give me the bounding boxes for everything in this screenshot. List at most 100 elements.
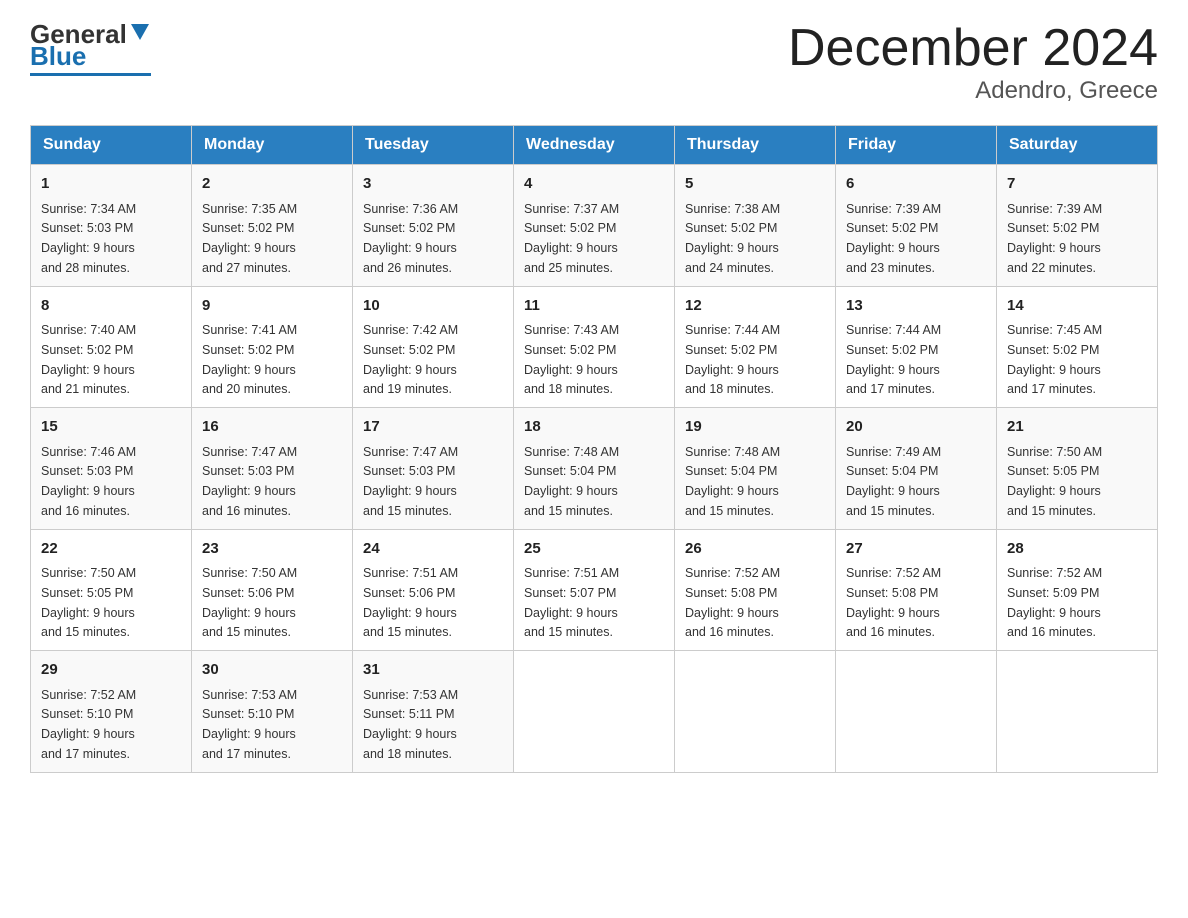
day-info: Sunrise: 7:43 AMSunset: 5:02 PMDaylight:… [524,323,619,396]
calendar-header-row: SundayMondayTuesdayWednesdayThursdayFrid… [31,126,1158,165]
calendar-cell: 17 Sunrise: 7:47 AMSunset: 5:03 PMDaylig… [353,408,514,530]
day-info: Sunrise: 7:45 AMSunset: 5:02 PMDaylight:… [1007,323,1102,396]
calendar-cell: 4 Sunrise: 7:37 AMSunset: 5:02 PMDayligh… [514,165,675,287]
calendar-cell: 16 Sunrise: 7:47 AMSunset: 5:03 PMDaylig… [192,408,353,530]
calendar-cell: 12 Sunrise: 7:44 AMSunset: 5:02 PMDaylig… [675,286,836,408]
day-number: 2 [202,173,342,196]
calendar-cell: 25 Sunrise: 7:51 AMSunset: 5:07 PMDaylig… [514,529,675,651]
day-info: Sunrise: 7:47 AMSunset: 5:03 PMDaylight:… [202,445,297,518]
day-number: 29 [41,659,181,682]
calendar-cell: 19 Sunrise: 7:48 AMSunset: 5:04 PMDaylig… [675,408,836,530]
day-info: Sunrise: 7:48 AMSunset: 5:04 PMDaylight:… [685,445,780,518]
day-info: Sunrise: 7:35 AMSunset: 5:02 PMDaylight:… [202,202,297,275]
col-header-tuesday: Tuesday [353,126,514,165]
day-info: Sunrise: 7:44 AMSunset: 5:02 PMDaylight:… [846,323,941,396]
calendar-cell [997,651,1158,773]
day-info: Sunrise: 7:53 AMSunset: 5:11 PMDaylight:… [363,688,458,761]
col-header-friday: Friday [836,126,997,165]
day-number: 21 [1007,416,1147,439]
day-info: Sunrise: 7:38 AMSunset: 5:02 PMDaylight:… [685,202,780,275]
calendar-cell: 9 Sunrise: 7:41 AMSunset: 5:02 PMDayligh… [192,286,353,408]
day-number: 27 [846,538,986,561]
day-info: Sunrise: 7:44 AMSunset: 5:02 PMDaylight:… [685,323,780,396]
col-header-thursday: Thursday [675,126,836,165]
calendar-cell: 18 Sunrise: 7:48 AMSunset: 5:04 PMDaylig… [514,408,675,530]
calendar-cell: 1 Sunrise: 7:34 AMSunset: 5:03 PMDayligh… [31,165,192,287]
day-info: Sunrise: 7:50 AMSunset: 5:05 PMDaylight:… [1007,445,1102,518]
calendar-cell: 7 Sunrise: 7:39 AMSunset: 5:02 PMDayligh… [997,165,1158,287]
day-number: 30 [202,659,342,682]
calendar-cell: 14 Sunrise: 7:45 AMSunset: 5:02 PMDaylig… [997,286,1158,408]
calendar-week-row: 15 Sunrise: 7:46 AMSunset: 5:03 PMDaylig… [31,408,1158,530]
calendar-cell [514,651,675,773]
day-info: Sunrise: 7:36 AMSunset: 5:02 PMDaylight:… [363,202,458,275]
day-info: Sunrise: 7:50 AMSunset: 5:06 PMDaylight:… [202,566,297,639]
day-number: 23 [202,538,342,561]
day-number: 17 [363,416,503,439]
day-number: 11 [524,295,664,318]
day-info: Sunrise: 7:39 AMSunset: 5:02 PMDaylight:… [846,202,941,275]
col-header-saturday: Saturday [997,126,1158,165]
day-info: Sunrise: 7:48 AMSunset: 5:04 PMDaylight:… [524,445,619,518]
col-header-wednesday: Wednesday [514,126,675,165]
calendar-cell: 28 Sunrise: 7:52 AMSunset: 5:09 PMDaylig… [997,529,1158,651]
logo-blue-text: Blue [30,43,86,69]
logo-triangle-icon [129,20,151,42]
day-number: 22 [41,538,181,561]
calendar-week-row: 22 Sunrise: 7:50 AMSunset: 5:05 PMDaylig… [31,529,1158,651]
calendar-title: December 2024 [788,20,1158,77]
day-info: Sunrise: 7:46 AMSunset: 5:03 PMDaylight:… [41,445,136,518]
day-number: 6 [846,173,986,196]
day-number: 10 [363,295,503,318]
day-number: 26 [685,538,825,561]
title-block: December 2024 Adendro, Greece [788,20,1158,105]
calendar-week-row: 1 Sunrise: 7:34 AMSunset: 5:03 PMDayligh… [31,165,1158,287]
day-number: 9 [202,295,342,318]
day-number: 20 [846,416,986,439]
calendar-cell: 6 Sunrise: 7:39 AMSunset: 5:02 PMDayligh… [836,165,997,287]
day-info: Sunrise: 7:53 AMSunset: 5:10 PMDaylight:… [202,688,297,761]
day-number: 3 [363,173,503,196]
calendar-cell: 10 Sunrise: 7:42 AMSunset: 5:02 PMDaylig… [353,286,514,408]
calendar-cell: 2 Sunrise: 7:35 AMSunset: 5:02 PMDayligh… [192,165,353,287]
day-info: Sunrise: 7:52 AMSunset: 5:08 PMDaylight:… [846,566,941,639]
col-header-sunday: Sunday [31,126,192,165]
calendar-table: SundayMondayTuesdayWednesdayThursdayFrid… [30,125,1158,773]
calendar-cell: 20 Sunrise: 7:49 AMSunset: 5:04 PMDaylig… [836,408,997,530]
day-number: 7 [1007,173,1147,196]
calendar-cell: 23 Sunrise: 7:50 AMSunset: 5:06 PMDaylig… [192,529,353,651]
day-number: 16 [202,416,342,439]
calendar-cell: 21 Sunrise: 7:50 AMSunset: 5:05 PMDaylig… [997,408,1158,530]
calendar-cell: 26 Sunrise: 7:52 AMSunset: 5:08 PMDaylig… [675,529,836,651]
calendar-cell: 24 Sunrise: 7:51 AMSunset: 5:06 PMDaylig… [353,529,514,651]
calendar-cell: 3 Sunrise: 7:36 AMSunset: 5:02 PMDayligh… [353,165,514,287]
day-info: Sunrise: 7:42 AMSunset: 5:02 PMDaylight:… [363,323,458,396]
day-info: Sunrise: 7:52 AMSunset: 5:10 PMDaylight:… [41,688,136,761]
day-info: Sunrise: 7:40 AMSunset: 5:02 PMDaylight:… [41,323,136,396]
col-header-monday: Monday [192,126,353,165]
day-info: Sunrise: 7:51 AMSunset: 5:07 PMDaylight:… [524,566,619,639]
day-info: Sunrise: 7:34 AMSunset: 5:03 PMDaylight:… [41,202,136,275]
day-info: Sunrise: 7:41 AMSunset: 5:02 PMDaylight:… [202,323,297,396]
day-number: 19 [685,416,825,439]
day-info: Sunrise: 7:52 AMSunset: 5:08 PMDaylight:… [685,566,780,639]
page-header: General Blue December 2024 Adendro, Gree… [30,20,1158,105]
day-number: 14 [1007,295,1147,318]
day-number: 25 [524,538,664,561]
calendar-cell [675,651,836,773]
day-info: Sunrise: 7:52 AMSunset: 5:09 PMDaylight:… [1007,566,1102,639]
day-number: 31 [363,659,503,682]
day-number: 1 [41,173,181,196]
day-info: Sunrise: 7:39 AMSunset: 5:02 PMDaylight:… [1007,202,1102,275]
calendar-subtitle: Adendro, Greece [788,77,1158,105]
day-info: Sunrise: 7:49 AMSunset: 5:04 PMDaylight:… [846,445,941,518]
day-info: Sunrise: 7:51 AMSunset: 5:06 PMDaylight:… [363,566,458,639]
calendar-week-row: 8 Sunrise: 7:40 AMSunset: 5:02 PMDayligh… [31,286,1158,408]
day-info: Sunrise: 7:47 AMSunset: 5:03 PMDaylight:… [363,445,458,518]
calendar-cell: 22 Sunrise: 7:50 AMSunset: 5:05 PMDaylig… [31,529,192,651]
calendar-week-row: 29 Sunrise: 7:52 AMSunset: 5:10 PMDaylig… [31,651,1158,773]
day-info: Sunrise: 7:37 AMSunset: 5:02 PMDaylight:… [524,202,619,275]
day-number: 8 [41,295,181,318]
calendar-cell: 15 Sunrise: 7:46 AMSunset: 5:03 PMDaylig… [31,408,192,530]
logo-underline [30,73,151,76]
